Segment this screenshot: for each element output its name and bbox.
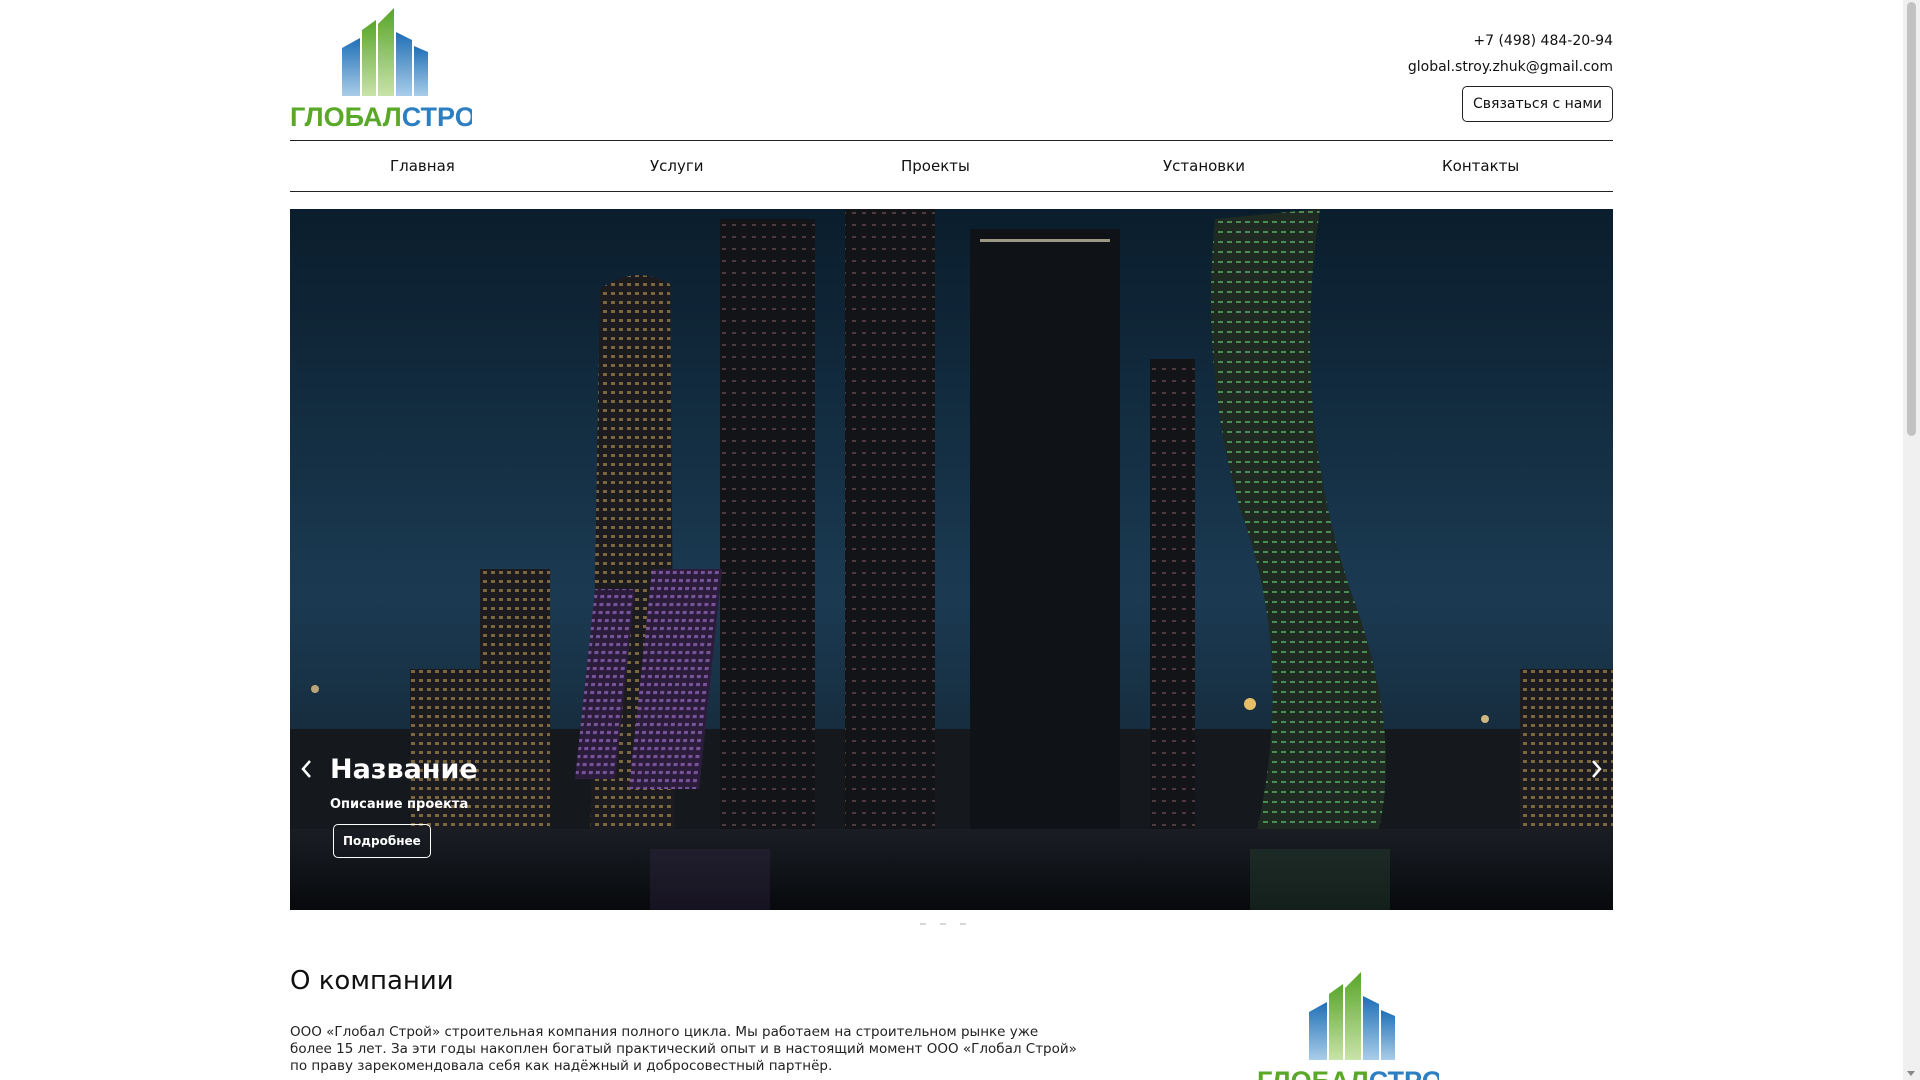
hero-city-night-image xyxy=(290,209,1613,910)
company-logo[interactable]: ГЛОБАЛСТРОЙ xyxy=(290,6,495,132)
logo-mark: ГЛОБАЛСТРОЙ xyxy=(1257,972,1462,1080)
header-contact: +7 (498) 484-20-94 global.stroy.zhuk@gma… xyxy=(1408,28,1613,122)
slide-description: Описание проекта xyxy=(330,797,469,812)
phone-number[interactable]: +7 (498) 484-20-94 xyxy=(1408,28,1613,54)
nav-item-installations[interactable]: Установки xyxy=(1163,157,1245,175)
more-details-button[interactable]: Подробнее xyxy=(333,824,431,858)
logo-text: ГЛОБАЛСТРОЙ xyxy=(290,101,472,130)
hero-carousel: Название Описание проекта Подробнее xyxy=(290,209,1613,910)
email-address[interactable]: global.stroy.zhuk@gmail.com xyxy=(1408,54,1613,80)
slide-title: Название xyxy=(330,754,478,785)
about-text: ООО «Глобал Строй» строительная компания… xyxy=(290,1024,1077,1074)
logo-text: ГЛОБАЛСТРОЙ xyxy=(1257,1065,1439,1080)
carousel-indicators xyxy=(920,923,966,925)
contact-us-button[interactable]: Связаться с нами xyxy=(1462,86,1613,122)
nav-item-home[interactable]: Главная xyxy=(390,157,455,175)
about-logo: ГЛОБАЛСТРОЙ xyxy=(1257,970,1462,1080)
scroll-down-arrow-icon[interactable] xyxy=(1907,1071,1915,1076)
about-title: О компании xyxy=(290,966,454,996)
nav-item-projects[interactable]: Проекты xyxy=(901,157,970,175)
slide-caption: Название Описание проекта Подробнее xyxy=(330,753,478,858)
carousel-prev-button[interactable] xyxy=(294,749,320,789)
chevron-right-icon xyxy=(1592,760,1602,778)
carousel-indicator[interactable] xyxy=(920,923,926,925)
main-navigation: Главная Услуги Проекты Установки Контакт… xyxy=(290,140,1613,192)
page-scrollbar[interactable] xyxy=(1903,0,1920,1080)
chevron-left-icon xyxy=(301,760,311,778)
page: ГЛОБАЛСТРОЙ +7 (498) 484-20-94 global.st… xyxy=(0,0,1903,1080)
logo-mark: ГЛОБАЛСТРОЙ xyxy=(290,8,495,132)
nav-item-contacts[interactable]: Контакты xyxy=(1442,157,1519,175)
nav-item-services[interactable]: Услуги xyxy=(650,157,703,175)
carousel-indicator[interactable] xyxy=(960,923,966,925)
carousel-next-button[interactable] xyxy=(1583,749,1609,789)
scrollbar-thumb[interactable] xyxy=(1907,2,1916,436)
carousel-indicator[interactable] xyxy=(940,923,946,925)
